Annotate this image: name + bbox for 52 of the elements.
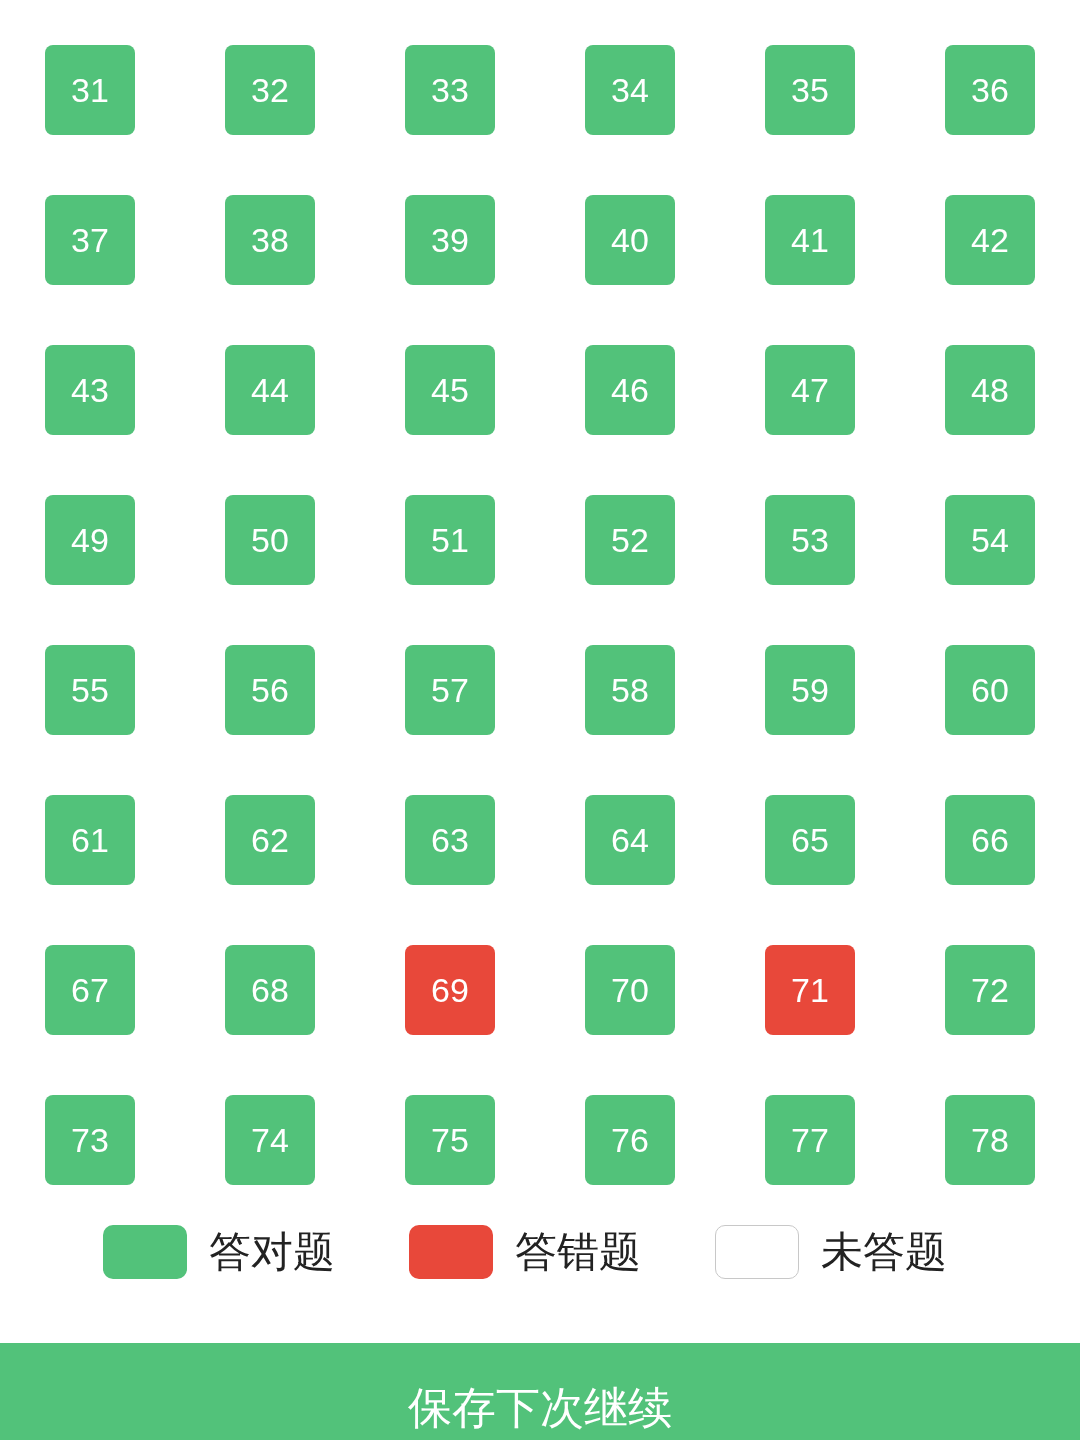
question-number-button[interactable]: 51 xyxy=(405,495,495,585)
question-number-button[interactable]: 33 xyxy=(405,45,495,135)
question-number-button[interactable]: 38 xyxy=(225,195,315,285)
question-number-button[interactable]: 65 xyxy=(765,795,855,885)
question-number-button[interactable]: 47 xyxy=(765,345,855,435)
question-number-button[interactable]: 35 xyxy=(765,45,855,135)
question-number-button[interactable]: 49 xyxy=(45,495,135,585)
question-number-button[interactable]: 53 xyxy=(765,495,855,585)
question-number-button[interactable]: 52 xyxy=(585,495,675,585)
question-number-button[interactable]: 69 xyxy=(405,945,495,1035)
question-number-button[interactable]: 71 xyxy=(765,945,855,1035)
question-number-button[interactable]: 32 xyxy=(225,45,315,135)
question-number-button[interactable]: 61 xyxy=(45,795,135,885)
question-number-button[interactable]: 62 xyxy=(225,795,315,885)
legend-label: 答错题 xyxy=(515,1226,641,1278)
question-number-button[interactable]: 60 xyxy=(945,645,1035,735)
question-number-button[interactable]: 46 xyxy=(585,345,675,435)
question-number-button[interactable]: 42 xyxy=(945,195,1035,285)
question-number-button[interactable]: 39 xyxy=(405,195,495,285)
question-number-button[interactable]: 50 xyxy=(225,495,315,585)
question-number-button[interactable]: 74 xyxy=(225,1095,315,1185)
question-number-button[interactable]: 75 xyxy=(405,1095,495,1185)
legend-label: 未答题 xyxy=(821,1226,947,1278)
question-number-button[interactable]: 67 xyxy=(45,945,135,1035)
question-number-button[interactable]: 41 xyxy=(765,195,855,285)
question-number-button[interactable]: 44 xyxy=(225,345,315,435)
question-number-button[interactable]: 73 xyxy=(45,1095,135,1185)
question-number-button[interactable]: 34 xyxy=(585,45,675,135)
question-number-button[interactable]: 45 xyxy=(405,345,495,435)
legend-label: 答对题 xyxy=(209,1226,335,1278)
question-number-button[interactable]: 78 xyxy=(945,1095,1035,1185)
question-number-button[interactable]: 58 xyxy=(585,645,675,735)
question-number-button[interactable]: 54 xyxy=(945,495,1035,585)
question-number-button[interactable]: 72 xyxy=(945,945,1035,1035)
question-number-button[interactable]: 31 xyxy=(45,45,135,135)
question-number-button[interactable]: 43 xyxy=(45,345,135,435)
question-number-button[interactable]: 66 xyxy=(945,795,1035,885)
question-number-button[interactable]: 77 xyxy=(765,1095,855,1185)
question-number-button[interactable]: 59 xyxy=(765,645,855,735)
question-number-button[interactable]: 64 xyxy=(585,795,675,885)
question-number-button[interactable]: 40 xyxy=(585,195,675,285)
question-number-button[interactable]: 48 xyxy=(945,345,1035,435)
save-continue-button[interactable]: 保存下次继续 xyxy=(0,1343,1080,1440)
question-number-button[interactable]: 63 xyxy=(405,795,495,885)
question-number-button[interactable]: 57 xyxy=(405,645,495,735)
question-number-button[interactable]: 68 xyxy=(225,945,315,1035)
question-number-button[interactable]: 70 xyxy=(585,945,675,1035)
question-number-button[interactable]: 56 xyxy=(225,645,315,735)
question-number-button[interactable]: 76 xyxy=(585,1095,675,1185)
question-number-button[interactable]: 36 xyxy=(945,45,1035,135)
question-number-button[interactable]: 55 xyxy=(45,645,135,735)
question-number-button[interactable]: 37 xyxy=(45,195,135,285)
